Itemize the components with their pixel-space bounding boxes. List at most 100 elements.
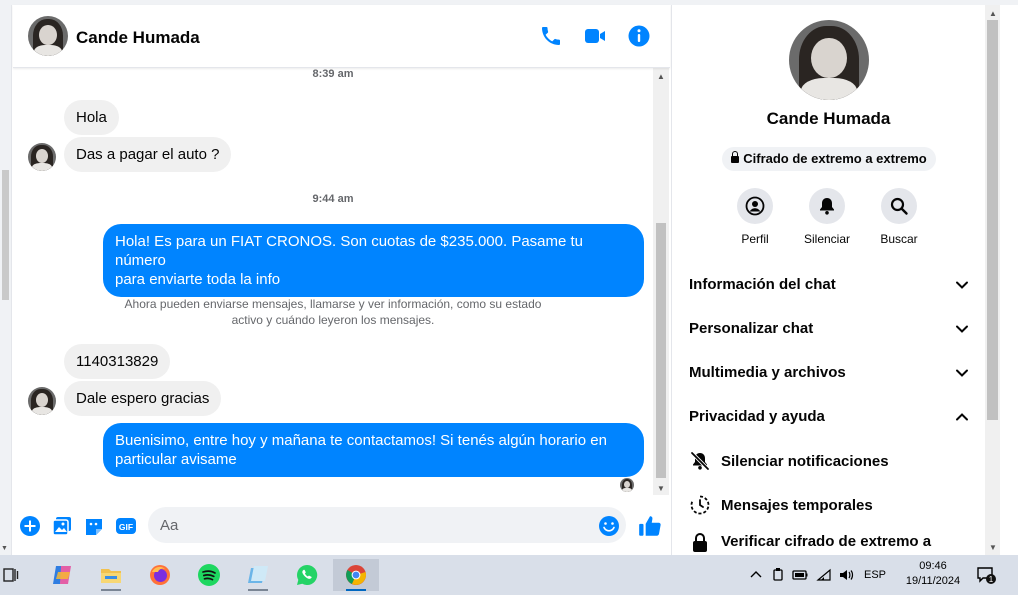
chat-scroll-down-arrow[interactable]: ▼ bbox=[657, 484, 665, 493]
notification-icon: 1 bbox=[977, 567, 996, 584]
profile-label: Perfil bbox=[741, 232, 769, 246]
lock-icon bbox=[693, 533, 707, 552]
chevron-down-icon bbox=[956, 325, 968, 333]
video-call-icon[interactable] bbox=[583, 24, 607, 48]
left-scrollbar[interactable]: ▼ bbox=[0, 5, 12, 555]
task-view-button[interactable] bbox=[0, 559, 28, 591]
whatsapp-icon bbox=[297, 564, 318, 585]
panel-scroll-up-arrow[interactable]: ▲ bbox=[989, 9, 997, 18]
mute-label: Silenciar bbox=[803, 232, 851, 246]
input-language[interactable]: ESP bbox=[864, 569, 886, 581]
chat-scrollbar[interactable]: ▲ ▼ bbox=[653, 68, 669, 495]
profile-icon bbox=[745, 196, 765, 216]
message-line: Buenisimo, entre hoy y mañana te contact… bbox=[115, 432, 607, 449]
clock-date: 19/11/2024 bbox=[905, 575, 961, 587]
chrome-icon bbox=[346, 565, 367, 585]
incoming-message[interactable]: Hola bbox=[64, 100, 119, 135]
taskbar-chrome[interactable] bbox=[333, 559, 379, 591]
search-label: Buscar bbox=[880, 232, 918, 246]
clock-time: 09:46 bbox=[919, 560, 947, 572]
contact-name[interactable]: Cande Humada bbox=[76, 28, 200, 48]
system-clock[interactable]: 09:46 19/11/2024 bbox=[898, 559, 968, 589]
incoming-message[interactable]: Dale espero gracias bbox=[64, 381, 222, 416]
gif-icon[interactable]: GIF bbox=[115, 515, 137, 537]
panel-contact-name: Cande Humada bbox=[766, 109, 891, 128]
notification-count: 1 bbox=[989, 575, 994, 584]
panel-avatar[interactable] bbox=[789, 20, 869, 100]
encryption-badge[interactable]: Cifrado de extremo a extremo bbox=[722, 147, 936, 171]
section-customize-chat[interactable]: Personalizar chat bbox=[689, 314, 969, 344]
firefox-icon bbox=[150, 565, 170, 585]
message-list[interactable]: 8:39 am Hola Das a pagar el auto ? 9:44 … bbox=[13, 68, 653, 498]
plus-icon[interactable] bbox=[19, 515, 41, 537]
item-label: Verificar cifrado de extremo a bbox=[721, 533, 932, 550]
sticker-icon[interactable] bbox=[83, 515, 105, 537]
incoming-message[interactable]: Das a pagar el auto ? bbox=[64, 137, 232, 172]
section-title: Multimedia y archivos bbox=[689, 364, 846, 381]
message-composer: GIF bbox=[13, 505, 670, 549]
notes-icon bbox=[248, 566, 268, 583]
read-receipt-avatar bbox=[620, 478, 634, 492]
section-chat-info[interactable]: Información del chat bbox=[689, 270, 969, 300]
left-scrollbar-down-arrow[interactable]: ▼ bbox=[1, 545, 8, 552]
chevron-down-icon bbox=[956, 281, 968, 289]
chevron-up-icon bbox=[956, 413, 968, 421]
windows-taskbar: ESP 09:46 19/11/2024 1 bbox=[0, 555, 1018, 595]
message-line: para enviarte toda la info bbox=[115, 271, 281, 288]
taskbar-notes-app[interactable] bbox=[240, 559, 276, 591]
wifi-icon[interactable] bbox=[816, 567, 832, 583]
taskbar-copilot[interactable] bbox=[44, 559, 80, 591]
svg-text:GIF: GIF bbox=[119, 522, 133, 532]
folder-icon bbox=[101, 569, 121, 583]
panel-scrollbar-thumb[interactable] bbox=[987, 20, 998, 420]
chat-window: Cande Humada 8:39 am Hola Das a pagar el… bbox=[13, 5, 670, 555]
speaker-icon[interactable] bbox=[838, 567, 854, 583]
spotify-icon bbox=[198, 564, 220, 586]
chat-scrollbar-thumb[interactable] bbox=[656, 223, 666, 478]
image-icon[interactable] bbox=[51, 515, 73, 537]
message-input[interactable] bbox=[148, 507, 626, 543]
verify-encryption-item[interactable]: Verificar cifrado de extremo a bbox=[689, 527, 969, 555]
usb-device-icon[interactable] bbox=[770, 567, 786, 583]
taskbar-spotify[interactable] bbox=[191, 559, 227, 591]
contact-avatar[interactable] bbox=[28, 16, 68, 56]
incoming-message[interactable]: 1140313829 bbox=[64, 344, 171, 379]
messenger-app: ▼ Cande Humada 8:39 am Hola Das a pagar … bbox=[0, 0, 1018, 555]
info-icon[interactable] bbox=[627, 24, 651, 48]
notification-center[interactable]: 1 bbox=[976, 555, 996, 595]
message-line: Hola! Es para un FIAT CRONOS. Son cuotas… bbox=[115, 233, 584, 269]
lock-icon bbox=[731, 151, 740, 163]
section-media-files[interactable]: Multimedia y archivos bbox=[689, 358, 969, 388]
timestamp: 8:39 am bbox=[312, 68, 354, 80]
panel-scroll-down-arrow[interactable]: ▼ bbox=[989, 543, 997, 552]
bell-off-icon bbox=[690, 451, 710, 471]
system-tray: ESP bbox=[748, 555, 886, 595]
search-icon bbox=[890, 197, 908, 215]
taskbar-firefox[interactable] bbox=[142, 559, 178, 591]
copilot-icon bbox=[53, 566, 71, 584]
bell-icon bbox=[820, 198, 834, 215]
taskbar-whatsapp[interactable] bbox=[289, 559, 325, 591]
message-avatar bbox=[28, 387, 56, 415]
phone-icon[interactable] bbox=[539, 24, 563, 48]
profile-button[interactable]: Perfil bbox=[719, 188, 791, 246]
mute-notifications-item[interactable]: Silenciar notificaciones bbox=[689, 446, 969, 476]
left-scrollbar-thumb[interactable] bbox=[2, 170, 9, 300]
emoji-icon[interactable] bbox=[598, 515, 620, 537]
outgoing-message[interactable]: Buenisimo, entre hoy y mañana te contact… bbox=[103, 423, 644, 477]
outgoing-message[interactable]: Hola! Es para un FIAT CRONOS. Son cuotas… bbox=[103, 224, 644, 297]
section-privacy-help[interactable]: Privacidad y ayuda bbox=[689, 402, 969, 432]
message-avatar bbox=[28, 143, 56, 171]
battery-icon[interactable] bbox=[792, 567, 808, 583]
disappearing-messages-item[interactable]: Mensajes temporales bbox=[689, 490, 969, 520]
mute-button[interactable]: Silenciar bbox=[791, 188, 863, 246]
search-button[interactable]: Buscar bbox=[863, 188, 935, 246]
timer-icon bbox=[690, 495, 710, 515]
chevron-up-icon[interactable] bbox=[748, 567, 764, 583]
taskbar-file-explorer[interactable] bbox=[93, 559, 129, 591]
chat-scroll-up-arrow[interactable]: ▲ bbox=[657, 72, 665, 81]
panel-scrollbar[interactable]: ▲ ▼ bbox=[985, 5, 1000, 555]
thumbs-up-icon[interactable] bbox=[637, 513, 663, 539]
system-notice-line: Ahora pueden enviarse mensajes, llamarse… bbox=[124, 297, 542, 311]
section-title: Información del chat bbox=[689, 276, 836, 293]
